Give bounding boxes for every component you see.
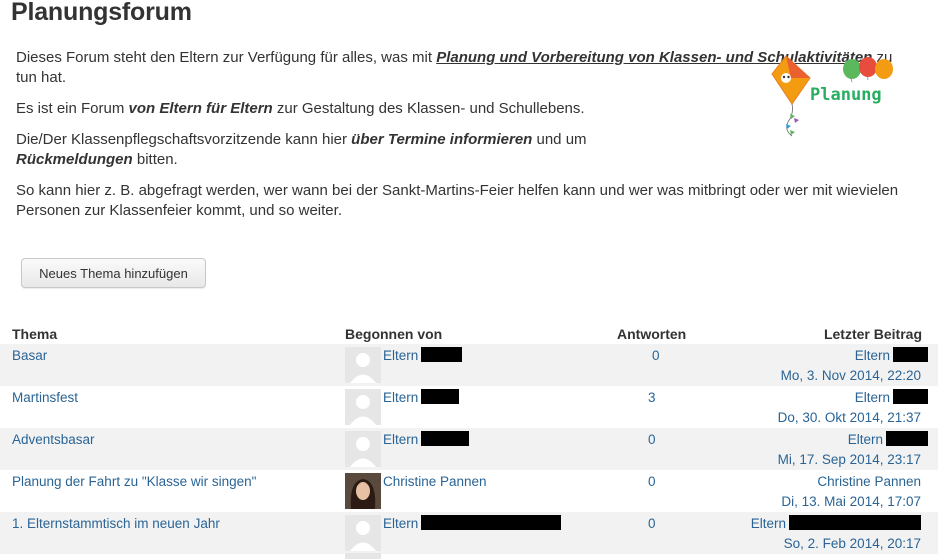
last-post-author-link[interactable]: Eltern	[855, 390, 890, 405]
author-link[interactable]: Eltern	[383, 390, 418, 405]
redacted-name	[421, 389, 460, 404]
topic-link[interactable]: 1. Elternstammtisch im neuen Jahr	[12, 515, 220, 533]
column-header-started-by: Begonnen von	[345, 326, 443, 342]
red-balloon-icon	[859, 57, 877, 77]
intro-text: bitten.	[132, 151, 178, 168]
orange-balloon-icon	[875, 59, 893, 79]
column-header-replies: Antworten	[617, 326, 687, 342]
last-post-author: Eltern	[855, 347, 928, 365]
author-cell: Eltern	[383, 431, 470, 449]
replies-count[interactable]: 0	[648, 431, 656, 449]
redacted-name	[893, 347, 928, 362]
topic-link[interactable]: Martinsfest	[12, 389, 78, 407]
add-new-topic-button[interactable]: Neues Thema hinzufügen	[21, 258, 206, 288]
topic-link[interactable]: Adventsbasar	[12, 431, 95, 449]
intro-emphasis: von Eltern für Eltern	[128, 100, 273, 117]
last-post-date[interactable]: Do, 30. Okt 2014, 21:37	[778, 409, 921, 427]
green-balloon-icon	[843, 59, 861, 79]
last-post-author: Christine Pannen	[817, 473, 921, 491]
topic-link[interactable]: Basar	[12, 347, 47, 365]
last-post-author-link[interactable]: Eltern	[751, 516, 786, 531]
last-post-author: Eltern	[848, 431, 928, 449]
redacted-name	[421, 347, 463, 362]
user-avatar-photo[interactable]	[345, 473, 381, 509]
logo-text: Planung	[810, 85, 882, 105]
last-post-author-link[interactable]: Eltern	[855, 348, 890, 363]
planung-logo: Planung	[771, 55, 893, 137]
replies-count[interactable]: 0	[648, 515, 656, 533]
last-post-author: Eltern	[855, 389, 928, 407]
redacted-name	[893, 389, 928, 404]
last-post-date[interactable]: Mo, 3. Nov 2014, 22:20	[781, 367, 921, 385]
table-row: Adventsbasar Eltern 0 Eltern Mi, 17. Sep…	[0, 428, 938, 470]
author-cell: Christine Pannen	[383, 473, 487, 491]
last-post-author-link[interactable]: Eltern	[848, 432, 883, 447]
table-row: Martinsfest Eltern 3 Eltern Do, 30. Okt …	[0, 386, 938, 428]
author-link[interactable]: Eltern	[383, 432, 418, 447]
redacted-name	[886, 431, 928, 446]
redacted-name	[789, 515, 921, 530]
last-post-author-link[interactable]: Christine Pannen	[817, 474, 921, 489]
author-link[interactable]: Christine Pannen	[383, 474, 487, 489]
topic-link[interactable]: Planung der Fahrt zu "Klasse wir singen"	[12, 473, 256, 491]
intro-text: und um	[532, 131, 587, 148]
intro-text: Die/Der Klassenpflegschaftsvorzitzende k…	[16, 131, 352, 148]
table-row: Basar Eltern 0 Eltern Mo, 3. Nov 2014, 2…	[0, 344, 938, 386]
intro-emphasis: Rückmeldungen	[16, 151, 133, 168]
user-avatar[interactable]	[345, 431, 381, 467]
intro-text: zur Gestaltung des Klassen- und Schulleb…	[272, 100, 585, 117]
page-title: Planungsforum	[11, 0, 192, 26]
intro-text: Dieses Forum steht den Eltern zur Verfüg…	[16, 49, 437, 66]
last-post-date[interactable]: Di, 13. Mai 2014, 17:07	[781, 493, 921, 511]
user-avatar[interactable]	[345, 389, 381, 425]
user-avatar[interactable]	[345, 347, 381, 383]
author-cell: Eltern	[383, 389, 460, 407]
replies-count[interactable]: 0	[652, 347, 660, 365]
replies-count[interactable]: 0	[648, 473, 656, 491]
author-link[interactable]: Eltern	[383, 516, 418, 531]
intro-emphasis: über Termine informieren	[351, 131, 533, 148]
user-avatar[interactable]	[345, 553, 381, 559]
redacted-name	[421, 515, 562, 530]
user-avatar[interactable]	[345, 515, 381, 551]
column-header-last-post: Letzter Beitrag	[823, 326, 922, 342]
redacted-name	[421, 431, 470, 446]
last-post-date[interactable]: Mi, 17. Sep 2014, 23:17	[778, 451, 921, 469]
intro-text: Es ist ein Forum	[16, 100, 129, 117]
author-link[interactable]: Eltern	[383, 348, 418, 363]
intro-paragraph-4: So kann hier z. B. abgefragt werden, wer…	[16, 182, 899, 219]
table-row: Planung der Fahrt zu "Klasse wir singen"…	[0, 470, 938, 512]
table-row: 1. Elternstammtisch im neuen Jahr Eltern…	[0, 512, 938, 554]
last-post-date[interactable]: So, 2. Feb 2014, 20:17	[784, 535, 921, 553]
column-header-topic: Thema	[12, 326, 58, 342]
replies-count[interactable]: 3	[648, 389, 656, 407]
author-cell: Eltern	[383, 347, 463, 365]
last-post-author: Eltern	[751, 515, 921, 533]
author-cell: Eltern	[383, 515, 562, 533]
